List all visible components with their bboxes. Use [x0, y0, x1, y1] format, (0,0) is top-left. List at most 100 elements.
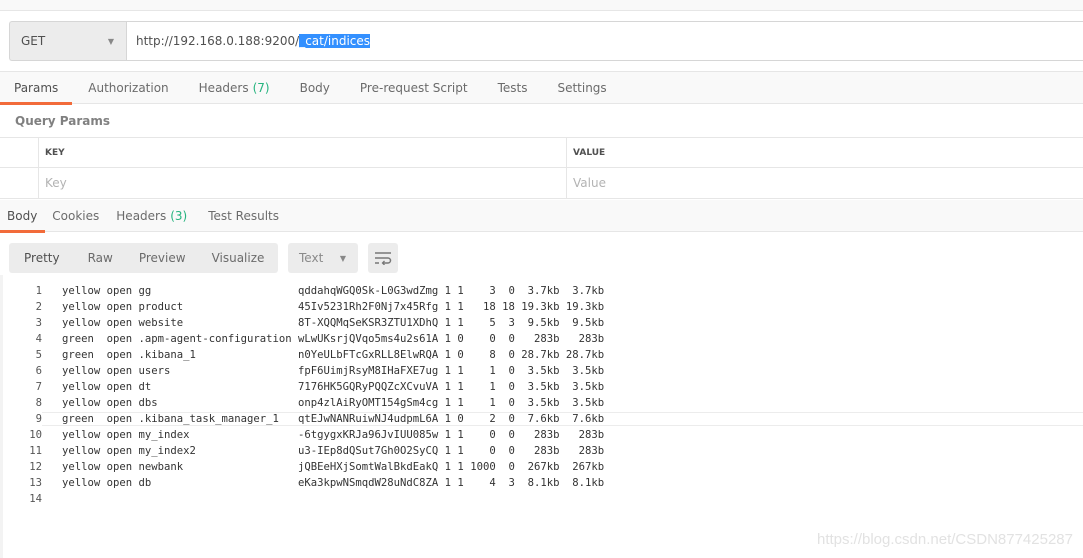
tab-label: Cookies [52, 208, 100, 223]
code-line: 12 yellow open newbank jQBEeHXjSomtWalBkd… [0, 459, 1083, 475]
format-select[interactable]: Text ▼ [288, 243, 358, 273]
tab-label: Tests [497, 80, 528, 95]
row-checkbox[interactable] [0, 168, 39, 198]
url-prefix: http://192.168.0.188:9200/ [136, 34, 300, 48]
tab-label: Params [14, 80, 59, 95]
code-line: 8 yellow open dbs onp4zlAiRyOMT154gSm4cg … [0, 395, 1083, 411]
response-tab-cookies[interactable]: Cookies [45, 200, 109, 232]
tab-label: Pre-request Script [359, 80, 468, 95]
tab-label: Settings [557, 80, 607, 95]
line-number: 6 [35, 365, 42, 377]
code-line: 4 green open .apm-agent-configuration wLw… [0, 331, 1083, 347]
line-text: yellow open newbank jQBEeHXjSomtWalBkdEa… [62, 461, 605, 473]
chevron-down-icon: ▼ [339, 253, 346, 263]
code-line: 13 yellow open db eKa3kpwNSmqdW28uNdC8ZA … [0, 475, 1083, 491]
tab-settings[interactable]: Settings [543, 72, 620, 104]
response-tab-body[interactable]: Body [0, 200, 46, 233]
method-label: GET [21, 34, 46, 48]
code-line: 14 [0, 491, 1083, 507]
code-line: 10 yellow open my_index -6tgygxKRJa96JvIU… [0, 427, 1083, 443]
line-number: 10 [29, 429, 42, 441]
line-text: yellow open gg qddahqWGQ0Sk-L0G3wdZmg 1 … [62, 285, 605, 297]
line-number: 14 [29, 493, 42, 505]
line-text: green open .kibana_task_manager_1 qtEJwN… [42, 412, 1083, 426]
top-strip [0, 0, 1083, 11]
response-tab-test-results[interactable]: Test Results [201, 200, 286, 232]
request-url-bar: GET ▼ http://192.168.0.188:9200/_cat/ind… [9, 21, 1083, 61]
line-text: yellow open dbs onp4zlAiRyOMT154gSm4cg 1… [62, 397, 605, 409]
response-tabs: Body Cookies Headers (3) Test Results [0, 200, 1083, 233]
query-params-table: KEY VALUE Key Value [0, 137, 1083, 199]
tab-params[interactable]: Params [0, 72, 73, 105]
tab-label: Headers [116, 208, 167, 223]
view-visualize-button[interactable]: Visualize [199, 243, 278, 273]
line-text: yellow open my_index -6tgygxKRJa96JvIUU0… [62, 429, 605, 441]
tab-label: Authorization [88, 80, 169, 95]
line-text: yellow open db eKa3kpwNSmqdW28uNdC8ZA 1 … [62, 477, 605, 489]
tab-body[interactable]: Body [286, 72, 344, 104]
headers-count: (7) [252, 80, 270, 95]
query-params-title: Query Params [15, 114, 111, 128]
format-label: Text [299, 251, 324, 265]
code-line: 2 yellow open product 45Iv5231Rh2F0Nj7x45… [0, 299, 1083, 315]
line-number: 11 [29, 445, 42, 457]
response-body-editor[interactable]: 1 yellow open gg qddahqWGQ0Sk-L0G3wdZmg 1… [0, 283, 1083, 507]
view-mode-group: Pretty Raw Preview Visualize [9, 243, 278, 273]
line-number: 8 [35, 397, 42, 409]
url-input[interactable]: http://192.168.0.188:9200/_cat/indices [126, 21, 1083, 61]
code-line: 7 yellow open dt 7176HK5GQRyPQQZcXCvuVA 1… [0, 379, 1083, 395]
wrap-lines-icon [375, 252, 392, 265]
value-column-header: VALUE [573, 147, 606, 158]
line-text: green open .apm-agent-configuration wLwU… [62, 333, 605, 345]
key-input[interactable]: Key [39, 168, 567, 198]
view-preview-button[interactable]: Preview [126, 243, 199, 273]
line-number: 3 [35, 317, 42, 329]
line-text: yellow open users fpF6UimjRsyM8IHaFXE7ug… [62, 365, 605, 377]
code-line: 6 yellow open users fpF6UimjRsyM8IHaFXE7u… [0, 363, 1083, 379]
key-column-header: KEY [39, 138, 567, 167]
line-text: yellow open website 8T-XQQMqSeKSR3ZTU1XD… [62, 317, 605, 329]
line-number: 2 [35, 301, 42, 313]
tab-label: Test Results [208, 208, 280, 223]
chevron-down-icon: ▼ [107, 36, 114, 46]
tab-pre-request-script[interactable]: Pre-request Script [346, 72, 482, 104]
line-number: 1 [35, 285, 42, 297]
line-number: 7 [35, 381, 42, 393]
value-placeholder: Value [573, 176, 606, 190]
tab-label: Body [7, 208, 38, 223]
response-toolbar: Pretty Raw Preview Visualize Text ▼ [9, 243, 398, 273]
url-selected-text: _cat/indices [299, 34, 371, 48]
params-header-row: KEY VALUE [0, 137, 1083, 168]
tab-label: Headers [198, 80, 249, 95]
line-text: yellow open product 45Iv5231Rh2F0Nj7x45R… [62, 301, 605, 313]
code-line: 9 green open .kibana_task_manager_1 qtEJw… [0, 411, 1083, 427]
line-text: yellow open my_index2 u3-IEp8dQSut7Gh0O2… [62, 445, 605, 457]
value-input[interactable]: Value [567, 168, 1083, 198]
tab-tests[interactable]: Tests [484, 72, 542, 104]
line-number: 13 [29, 477, 42, 489]
line-number: 4 [35, 333, 42, 345]
watermark: https://blog.csdn.net/CSDN877425287 [816, 531, 1073, 548]
view-raw-button[interactable]: Raw [75, 243, 126, 273]
key-placeholder: Key [45, 176, 67, 190]
line-text: green open .kibana_1 n0YeULbFTcGxRLL8Elw… [62, 349, 605, 361]
view-pretty-button[interactable]: Pretty [9, 243, 75, 273]
request-tabs: Params Authorization Headers (7) Body Pre… [0, 71, 1083, 105]
code-line: 11 yellow open my_index2 u3-IEp8dQSut7Gh0… [0, 443, 1083, 459]
response-headers-count: (3) [170, 208, 188, 223]
line-text: yellow open dt 7176HK5GQRyPQQZcXCvuVA 1 … [62, 381, 605, 393]
method-select[interactable]: GET ▼ [9, 21, 126, 61]
line-number: 12 [29, 461, 42, 473]
line-number: 9 [35, 413, 42, 425]
code-line: 5 green open .kibana_1 n0YeULbFTcGxRLL8El… [0, 347, 1083, 363]
tab-label: Body [299, 80, 330, 95]
checkbox-column [0, 138, 39, 167]
tab-headers[interactable]: Headers (7) [185, 72, 284, 104]
tab-authorization[interactable]: Authorization [74, 72, 182, 104]
response-tab-headers[interactable]: Headers (3) [109, 200, 201, 232]
code-line: 3 yellow open website 8T-XQQMqSeKSR3ZTU1X… [0, 315, 1083, 331]
wrap-lines-button[interactable] [368, 243, 398, 273]
code-line: 1 yellow open gg qddahqWGQ0Sk-L0G3wdZmg 1… [0, 283, 1083, 299]
params-input-row: Key Value [0, 168, 1083, 199]
line-number: 5 [35, 349, 42, 361]
